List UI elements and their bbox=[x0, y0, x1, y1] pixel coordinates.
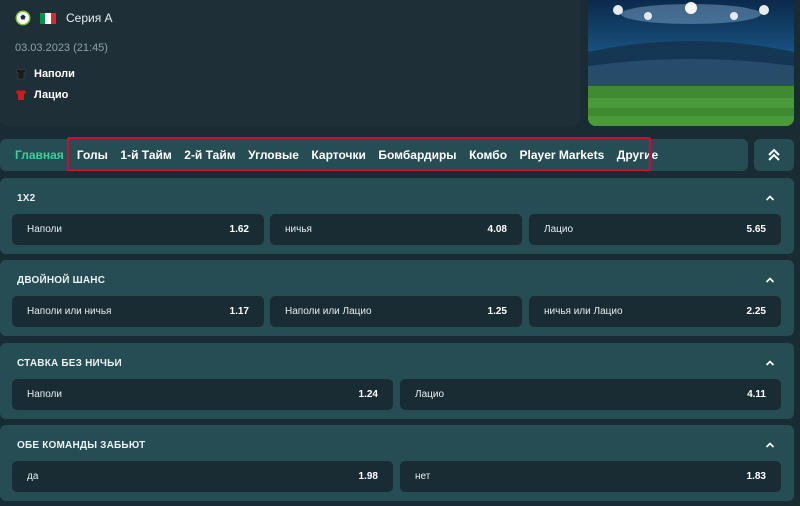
chevron-up-icon[interactable] bbox=[765, 193, 775, 203]
outcome-odds: 1.24 bbox=[358, 389, 378, 400]
league-row: Серия А bbox=[15, 10, 113, 26]
outcome-label: Лацио bbox=[544, 224, 573, 235]
match-info-card: Серия А 03.03.2023 (21:45) Наполи Лацио bbox=[0, 0, 580, 126]
outcome-odds: 1.62 bbox=[229, 224, 249, 235]
market-1x2: 1X2 Наполи 1.62 ничья 4.08 Лацио 5.65 bbox=[0, 178, 794, 254]
market-title[interactable]: СТАВКА БЕЗ НИЧЬИ bbox=[17, 358, 122, 369]
outcome-odds: 1.83 bbox=[746, 471, 766, 482]
market-tabs-bar: Главная Голы 1-й Тайм 2-й Тайм Угловые К… bbox=[0, 139, 748, 171]
double-chevron-up-icon bbox=[768, 148, 780, 161]
outcome-label: Наполи или Лацио bbox=[285, 306, 372, 317]
market-title[interactable]: ДВОЙНОЙ ШАНС bbox=[17, 275, 105, 286]
odds-button[interactable]: Наполи или ничья 1.17 bbox=[12, 296, 264, 327]
market-title[interactable]: 1X2 bbox=[17, 193, 35, 204]
italy-flag-icon bbox=[40, 12, 56, 24]
outcome-label: Наполи bbox=[27, 224, 62, 235]
odds-button[interactable]: Наполи или Лацио 1.25 bbox=[270, 296, 522, 327]
outcome-odds: 1.25 bbox=[487, 306, 507, 317]
odds-button[interactable]: нет 1.83 bbox=[400, 461, 781, 492]
outcome-label: Лацио bbox=[415, 389, 444, 400]
away-team: Лацио bbox=[15, 89, 68, 101]
tab-goals[interactable]: Голы bbox=[77, 148, 108, 162]
outcome-odds: 4.08 bbox=[487, 224, 507, 235]
odds-button[interactable]: ничья или Лацио 2.25 bbox=[529, 296, 781, 327]
tab-second-half[interactable]: 2-й Тайм bbox=[184, 148, 235, 162]
stadium-image bbox=[588, 0, 794, 126]
outcome-odds: 1.98 bbox=[358, 471, 378, 482]
odds-button[interactable]: Наполи 1.62 bbox=[12, 214, 264, 245]
tab-main[interactable]: Главная bbox=[15, 148, 64, 162]
outcome-label: ничья bbox=[285, 224, 312, 235]
chevron-up-icon[interactable] bbox=[765, 440, 775, 450]
odds-button[interactable]: Лацио 5.65 bbox=[529, 214, 781, 245]
market-both-teams-score: ОБЕ КОМАНДЫ ЗАБЬЮТ да 1.98 нет 1.83 bbox=[0, 425, 794, 501]
collapse-all-button[interactable] bbox=[754, 139, 794, 171]
tab-other[interactable]: Другие bbox=[617, 148, 658, 162]
outcome-odds: 5.65 bbox=[746, 224, 766, 235]
market-title[interactable]: ОБЕ КОМАНДЫ ЗАБЬЮТ bbox=[17, 440, 145, 451]
away-team-name: Лацио bbox=[34, 89, 69, 101]
chevron-up-icon[interactable] bbox=[765, 358, 775, 368]
chevron-up-icon[interactable] bbox=[765, 275, 775, 285]
tab-combo[interactable]: Комбо bbox=[469, 148, 507, 162]
market-double-chance: ДВОЙНОЙ ШАНС Наполи или ничья 1.17 Напол… bbox=[0, 260, 794, 336]
tab-corners[interactable]: Угловые bbox=[248, 148, 299, 162]
football-icon bbox=[15, 10, 31, 26]
outcome-label: нет bbox=[415, 471, 431, 482]
odds-button[interactable]: Лацио 4.11 bbox=[400, 379, 781, 410]
market-draw-no-bet: СТАВКА БЕЗ НИЧЬИ Наполи 1.24 Лацио 4.11 bbox=[0, 343, 794, 419]
outcome-label: Наполи или ничья bbox=[27, 306, 112, 317]
outcome-label: ничья или Лацио bbox=[544, 306, 623, 317]
match-date: 03.03.2023 (21:45) bbox=[15, 42, 108, 54]
away-shirt-icon bbox=[15, 89, 27, 101]
home-team: Наполи bbox=[15, 68, 75, 80]
outcome-label: да bbox=[27, 471, 39, 482]
tab-player-markets[interactable]: Player Markets bbox=[520, 148, 605, 162]
outcome-odds: 2.25 bbox=[746, 306, 766, 317]
odds-button[interactable]: ничья 4.08 bbox=[270, 214, 522, 245]
outcome-label: Наполи bbox=[27, 389, 62, 400]
tab-cards[interactable]: Карточки bbox=[311, 148, 365, 162]
league-name[interactable]: Серия А bbox=[66, 11, 113, 25]
odds-button[interactable]: да 1.98 bbox=[12, 461, 393, 492]
home-team-name: Наполи bbox=[34, 68, 75, 80]
outcome-odds: 4.11 bbox=[747, 389, 766, 400]
odds-button[interactable]: Наполи 1.24 bbox=[12, 379, 393, 410]
home-shirt-icon bbox=[15, 68, 27, 80]
outcome-odds: 1.17 bbox=[229, 306, 249, 317]
tab-scorers[interactable]: Бомбардиры bbox=[378, 148, 456, 162]
tab-first-half[interactable]: 1-й Тайм bbox=[120, 148, 171, 162]
